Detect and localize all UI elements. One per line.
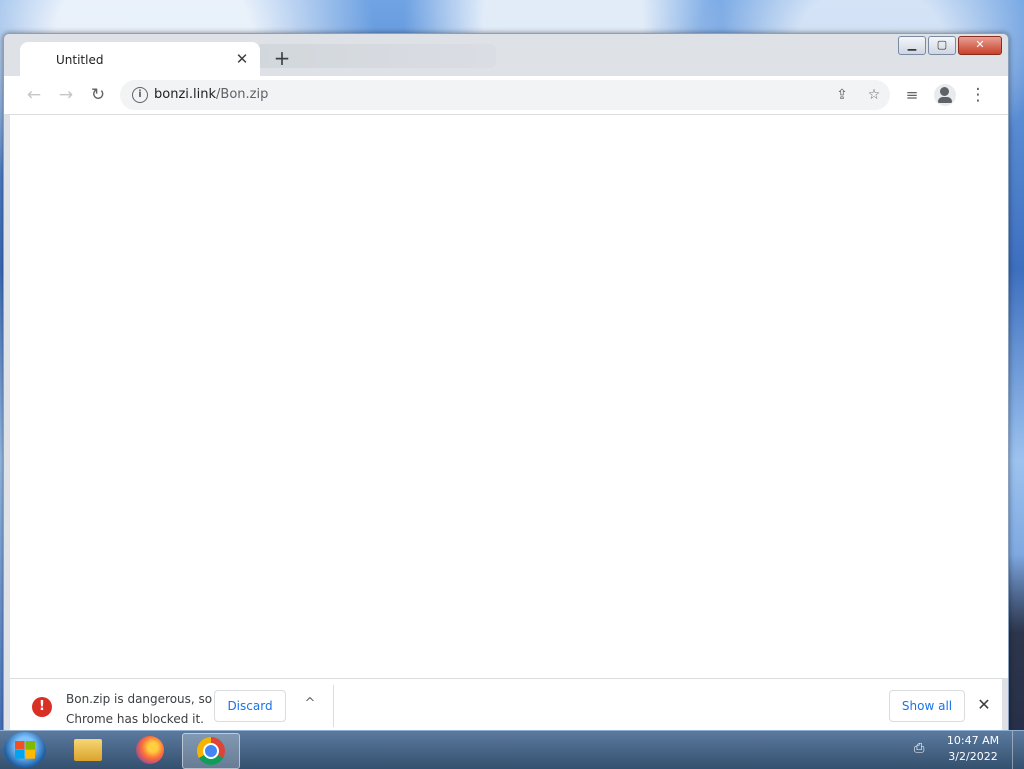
site-info-icon[interactable]: i bbox=[132, 87, 148, 103]
danger-warning-icon: ! bbox=[32, 697, 52, 717]
kebab-menu-icon[interactable]: ⋮ bbox=[966, 83, 990, 107]
network-icon[interactable]: ⎙ bbox=[914, 741, 932, 757]
maximize-button[interactable]: ▢ bbox=[928, 36, 956, 55]
download-warning-text: Bon.zip is dangerous, so Chrome has bloc… bbox=[66, 692, 213, 726]
chrome-icon bbox=[197, 737, 225, 765]
close-download-bar-icon[interactable]: ✕ bbox=[974, 695, 994, 715]
clock-time: 10:47 AM bbox=[946, 734, 1000, 747]
show-desktop-button[interactable] bbox=[1012, 731, 1024, 769]
back-arrow-icon[interactable]: ← bbox=[22, 83, 46, 107]
address-bar[interactable]: i bonzi.link/Bon.zip ⇪ ☆ bbox=[120, 80, 890, 110]
start-button[interactable] bbox=[4, 732, 46, 768]
browser-window: Untitled ✕ + ▁ ▢ ✕ ← → ↻ i bonzi.link/Bo… bbox=[3, 33, 1009, 732]
scrollbar-track[interactable] bbox=[1000, 115, 1008, 678]
show-all-button[interactable]: Show all bbox=[889, 690, 965, 722]
tab-strip: Untitled ✕ + ▁ ▢ ✕ bbox=[4, 34, 1008, 76]
close-window-button[interactable]: ✕ bbox=[958, 36, 1002, 55]
system-clock[interactable]: 10:47 AM 3/2/2022 bbox=[942, 733, 1004, 765]
taskbar-firefox[interactable] bbox=[122, 733, 178, 767]
discard-button[interactable]: Discard bbox=[214, 690, 286, 722]
taskbar-explorer[interactable] bbox=[60, 733, 116, 767]
share-icon[interactable]: ⇪ bbox=[832, 85, 852, 105]
profile-avatar-icon[interactable] bbox=[934, 84, 956, 106]
tab-title: Untitled bbox=[56, 53, 104, 67]
clock-date: 3/2/2022 bbox=[948, 750, 998, 763]
reading-list-icon[interactable]: ≡ bbox=[900, 83, 924, 107]
taskbar-chrome[interactable] bbox=[182, 733, 240, 769]
page-content bbox=[10, 115, 1000, 678]
divider bbox=[333, 685, 334, 727]
window-controls: ▁ ▢ ✕ bbox=[898, 36, 1002, 55]
taskbar: ⎙ 10:47 AM 3/2/2022 bbox=[0, 730, 1024, 769]
browser-toolbar: ← → ↻ i bonzi.link/Bon.zip ⇪ ☆ ≡ ⋮ bbox=[4, 76, 1008, 115]
bookmark-star-icon[interactable]: ☆ bbox=[864, 85, 884, 105]
reload-icon[interactable]: ↻ bbox=[86, 83, 110, 107]
firefox-icon bbox=[136, 736, 164, 764]
explorer-icon bbox=[74, 739, 102, 761]
forward-arrow-icon[interactable]: → bbox=[54, 83, 78, 107]
url-text[interactable]: bonzi.link/Bon.zip bbox=[154, 87, 268, 102]
url-host: bonzi.link bbox=[154, 87, 217, 102]
tab-untitled[interactable]: Untitled ✕ bbox=[20, 42, 260, 76]
tab-close-icon[interactable]: ✕ bbox=[232, 49, 252, 69]
new-tab-button[interactable]: + bbox=[270, 46, 294, 70]
minimize-button[interactable]: ▁ bbox=[898, 36, 926, 55]
chevron-up-icon[interactable]: ^ bbox=[300, 694, 320, 714]
download-shelf: ! Bon.zip is dangerous, so Chrome has bl… bbox=[10, 678, 1002, 731]
url-path: /Bon.zip bbox=[216, 87, 269, 102]
